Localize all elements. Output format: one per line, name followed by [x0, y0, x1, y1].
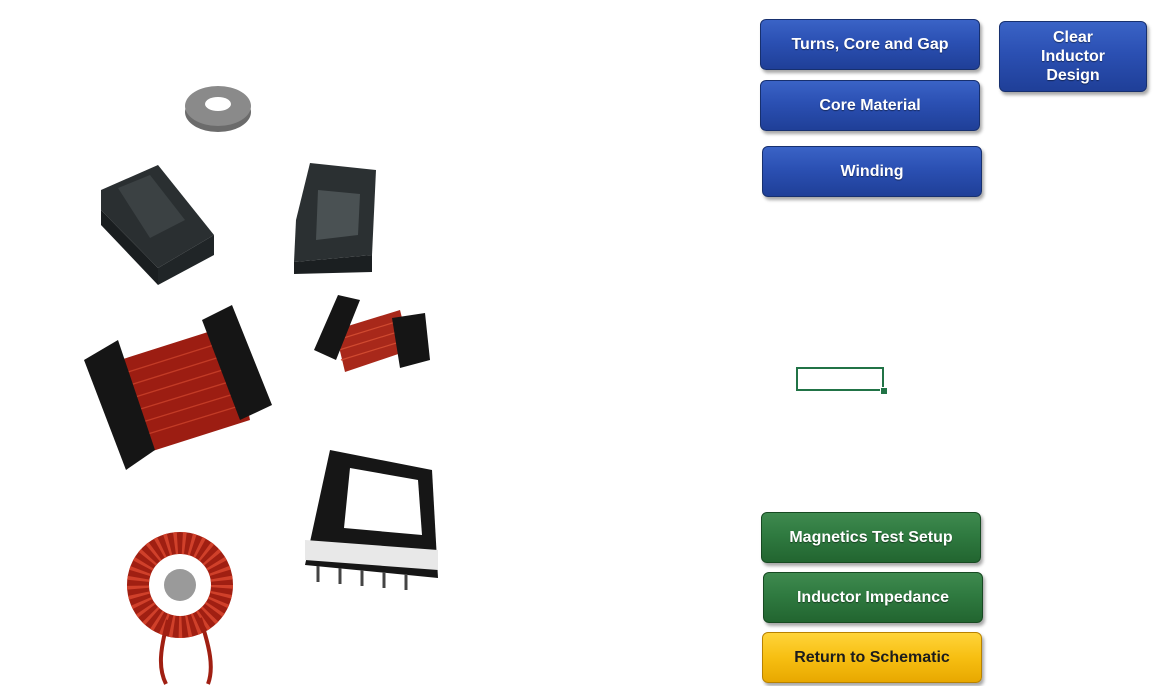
small-bobbin-inductor-icon — [314, 295, 430, 372]
bobbin-frame-icon — [305, 450, 438, 590]
ferrite-ring-icon — [185, 86, 251, 132]
magnetics-test-setup-button[interactable]: Magnetics Test Setup — [761, 512, 981, 563]
inductor-impedance-button[interactable]: Inductor Impedance — [763, 572, 983, 623]
toroid-inductor-icon — [127, 532, 233, 685]
turns-core-gap-button[interactable]: Turns, Core and Gap — [760, 19, 980, 70]
large-bobbin-inductor-icon — [84, 305, 272, 470]
core-material-button[interactable]: Core Material — [760, 80, 980, 131]
return-to-schematic-button[interactable]: Return to Schematic — [762, 632, 982, 683]
cell-fill-handle[interactable] — [880, 387, 888, 395]
e-core-right-icon — [294, 163, 376, 274]
inductor-components-photo — [84, 86, 438, 685]
selected-cell[interactable] — [796, 367, 884, 391]
winding-button[interactable]: Winding — [762, 146, 982, 197]
clear-inductor-design-button[interactable]: Clear Inductor Design — [999, 21, 1147, 92]
e-core-left-icon — [101, 165, 214, 285]
